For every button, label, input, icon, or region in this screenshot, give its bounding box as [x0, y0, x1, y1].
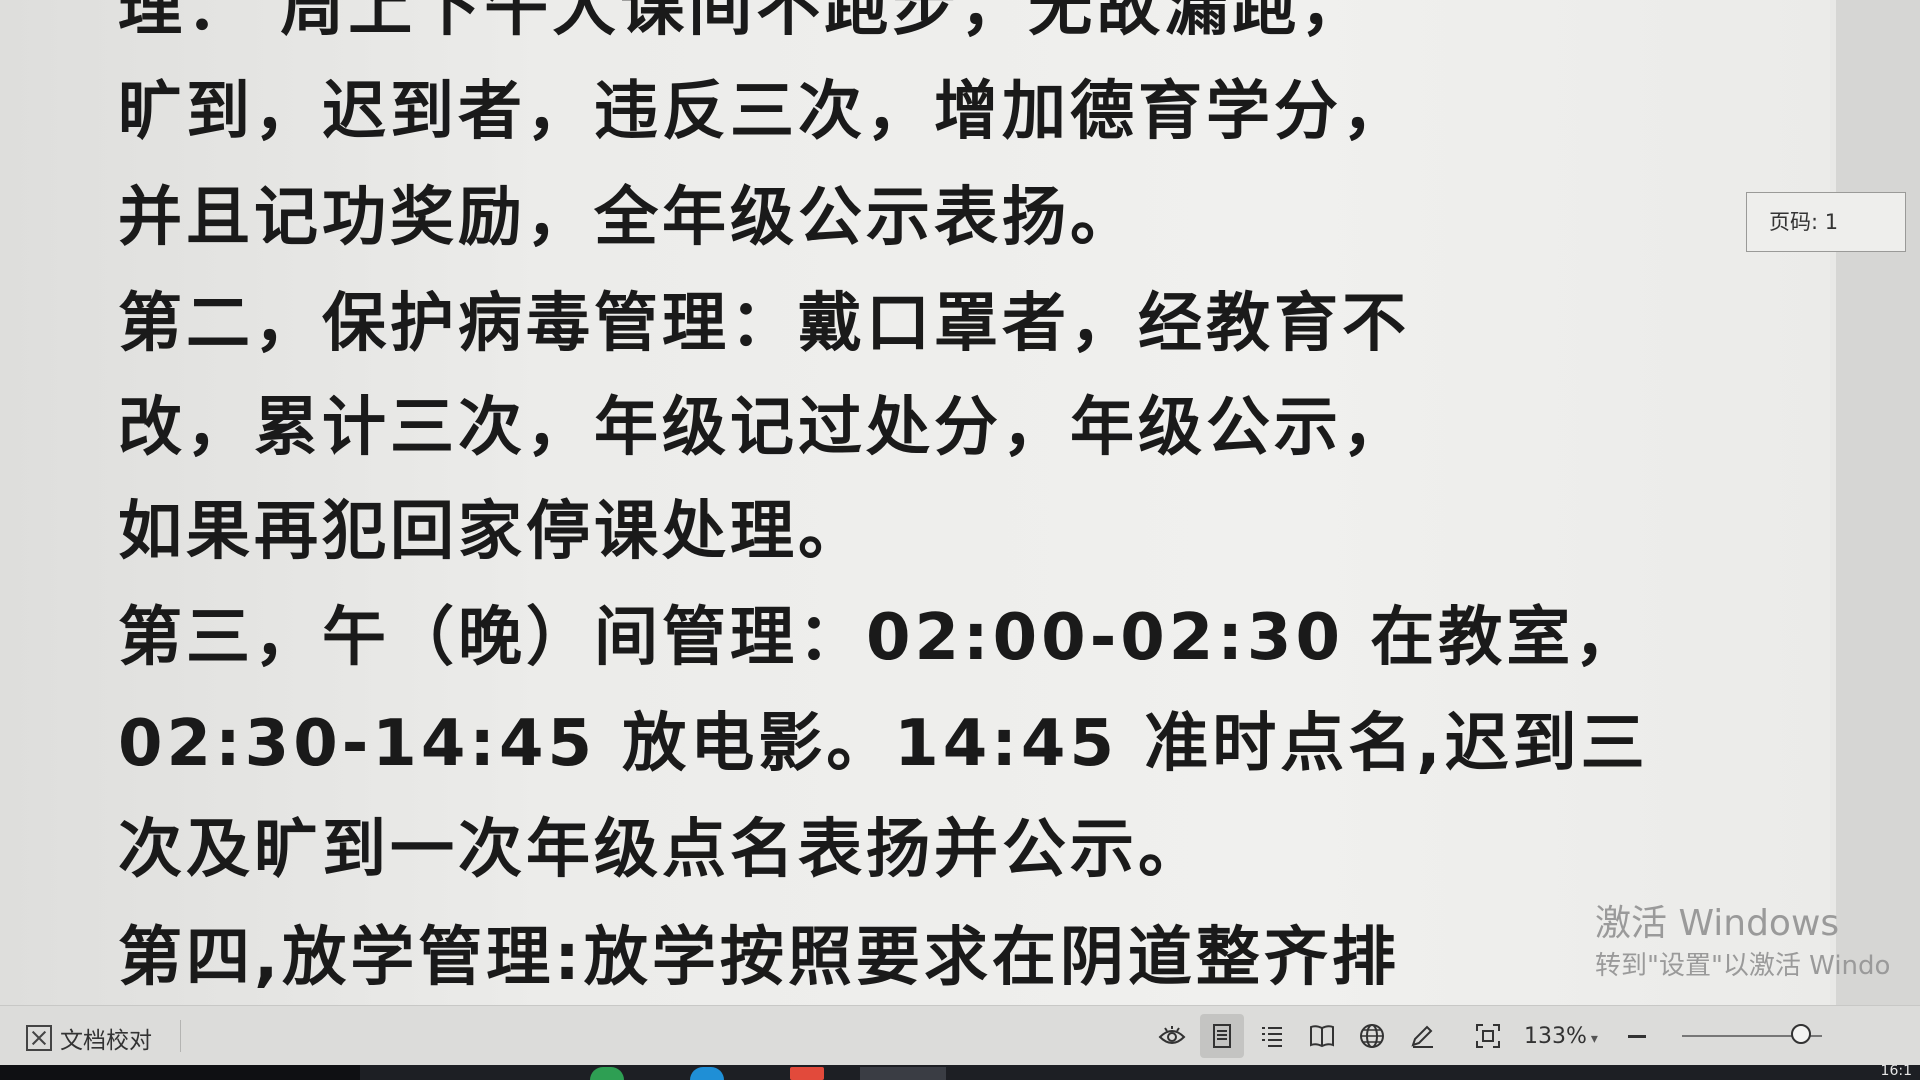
doc-line: 旷到，迟到者，违反三次，增加德育学分， — [118, 75, 1410, 149]
proofread-icon — [26, 1025, 52, 1051]
eye-icon[interactable] — [1150, 1014, 1194, 1058]
document-page[interactable]: 理： 周上下午大课间不跑步，无故漏跑， 旷到，迟到者，违反三次，增加德育学分， … — [0, 0, 1830, 1005]
page-number-tooltip: 页码: 1 — [1746, 192, 1906, 252]
proofread-button[interactable]: 文档校对 — [26, 1021, 152, 1055]
doc-line: 02:30-14:45 放电影。14:45 准时点名,迟到三 — [118, 707, 1649, 781]
doc-line: 第三，午（晚）间管理：02:00-02:30 在教室， — [118, 601, 1643, 675]
vertical-scrollbar[interactable] — [1836, 0, 1920, 1005]
zoom-slider-thumb[interactable] — [1790, 1024, 1811, 1044]
windows-activation-watermark: 激活 Windows 转到"设置"以激活 Windo — [1595, 902, 1890, 986]
taskbar-app-active[interactable] — [860, 1067, 946, 1080]
pen-icon[interactable] — [1400, 1014, 1444, 1058]
doc-line: 如果再犯回家停课处理。 — [118, 495, 866, 569]
chevron-down-icon: ▾ — [1590, 1030, 1598, 1047]
taskbar-search-area[interactable] — [0, 1065, 360, 1080]
web-view-icon[interactable] — [1350, 1014, 1394, 1058]
view-controls: 133% ▾ — [1150, 1014, 1822, 1058]
fit-page-icon[interactable] — [1466, 1014, 1510, 1058]
outline-view-icon[interactable] — [1250, 1014, 1294, 1058]
screen: 理： 周上下午大课间不跑步，无故漏跑， 旷到，迟到者，违反三次，增加德育学分， … — [0, 0, 1920, 1080]
zoom-out-button[interactable] — [1627, 1034, 1646, 1038]
taskbar-clock[interactable]: 16:1 — [1881, 1063, 1912, 1079]
read-view-icon[interactable] — [1300, 1014, 1344, 1058]
doc-line: 理： 周上下午大课间不跑步，无故漏跑， — [118, 0, 1369, 45]
watermark-title: 激活 Windows — [1595, 903, 1840, 944]
taskbar-app-icon[interactable] — [690, 1067, 724, 1080]
doc-line: 次及旷到一次年级点名表扬并公示。 — [118, 813, 1206, 887]
zoom-slider[interactable] — [1681, 1024, 1822, 1044]
windows-taskbar: 16:1 — [0, 1063, 1920, 1080]
watermark-subtitle: 转到"设置"以激活 Windo — [1595, 951, 1891, 981]
taskbar-app-icon[interactable] — [590, 1067, 624, 1080]
taskbar-app-icon[interactable] — [790, 1067, 824, 1080]
status-bar: 文档校对 133% ▾ — [0, 1005, 1920, 1065]
page-view-icon[interactable] — [1200, 1014, 1244, 1058]
proofread-label: 文档校对 — [60, 1028, 152, 1054]
zoom-level-dropdown[interactable]: 133% ▾ — [1524, 1024, 1598, 1049]
doc-line: 第四,放学管理:放学按照要求在阴道整齐排 — [118, 921, 1400, 995]
doc-line: 改，累计三次，年级记过处分，年级公示， — [118, 391, 1410, 465]
zoom-level-value: 133% — [1524, 1023, 1587, 1049]
status-divider — [180, 1020, 181, 1052]
doc-line: 第二，保护病毒管理：戴口罩者，经教育不 — [118, 287, 1410, 361]
doc-line: 并且记功奖励，全年级公示表扬。 — [118, 181, 1138, 255]
